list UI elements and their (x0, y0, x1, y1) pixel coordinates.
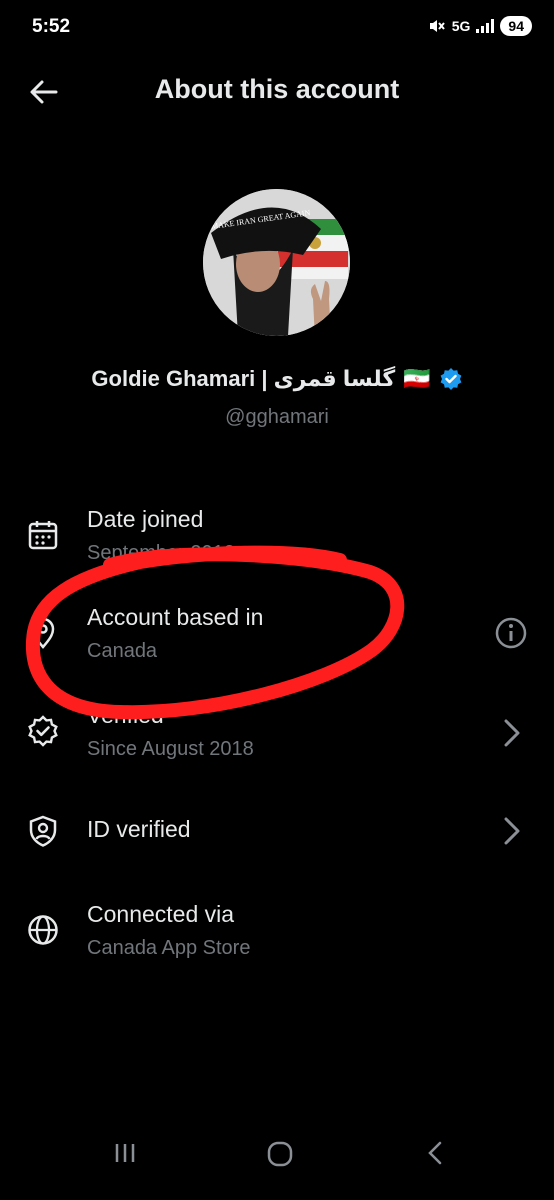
profile-handle: @gghamari (225, 406, 329, 428)
globe-icon (28, 915, 58, 945)
system-back-icon[interactable] (423, 1140, 449, 1171)
verified-badge-icon (440, 368, 461, 390)
row-date-joined: Date joined September 2012 (0, 500, 554, 580)
status-bar: 5:52 5G 94 (0, 0, 554, 56)
row-sub: Since August 2018 (87, 738, 254, 760)
profile-name: Goldie Ghamari | گلسا قمری (91, 366, 396, 391)
page-title: About this account (154, 74, 400, 104)
row-sub: September 2012 (87, 542, 235, 564)
chevron-right-icon (504, 817, 520, 845)
avatar: MAKE IRAN GREAT AGAIN (203, 189, 350, 336)
row-label: Date joined (87, 506, 204, 532)
row-label: Account based in (87, 604, 264, 630)
row-sub: Canada (87, 640, 158, 662)
row-sub: Canada App Store (87, 937, 251, 959)
battery-indicator: 94 (500, 16, 532, 36)
info-icon[interactable] (494, 616, 528, 650)
home-icon[interactable] (266, 1140, 294, 1173)
row-label: Connected via (87, 901, 235, 927)
status-icons: 5G 94 (428, 16, 532, 36)
system-nav-bar (0, 1120, 554, 1200)
row-label: Verified (87, 702, 164, 728)
mute-icon (429, 20, 445, 32)
row-id-verified[interactable]: ID verified (0, 792, 554, 872)
chevron-right-icon (504, 719, 520, 747)
profile-name-row: Goldie Ghamari | گلسا قمری 🇮🇷 (0, 366, 554, 392)
row-account-based-in: Account based in Canada (0, 598, 554, 678)
status-time: 5:52 (32, 16, 71, 37)
shield-person-icon (29, 815, 57, 847)
iran-flag-icon: 🇮🇷 (403, 366, 431, 391)
row-verified[interactable]: Verified Since August 2018 (0, 696, 554, 776)
location-pin-icon (31, 617, 55, 649)
verified-badge-icon (28, 715, 58, 747)
network-label: 5G (451, 18, 471, 34)
recent-apps-icon[interactable] (112, 1140, 138, 1171)
row-connected-via: Connected via Canada App Store (0, 895, 554, 975)
signal-icon (476, 19, 495, 33)
header: About this account (0, 66, 554, 116)
row-label: ID verified (87, 816, 191, 842)
calendar-icon (28, 521, 58, 550)
